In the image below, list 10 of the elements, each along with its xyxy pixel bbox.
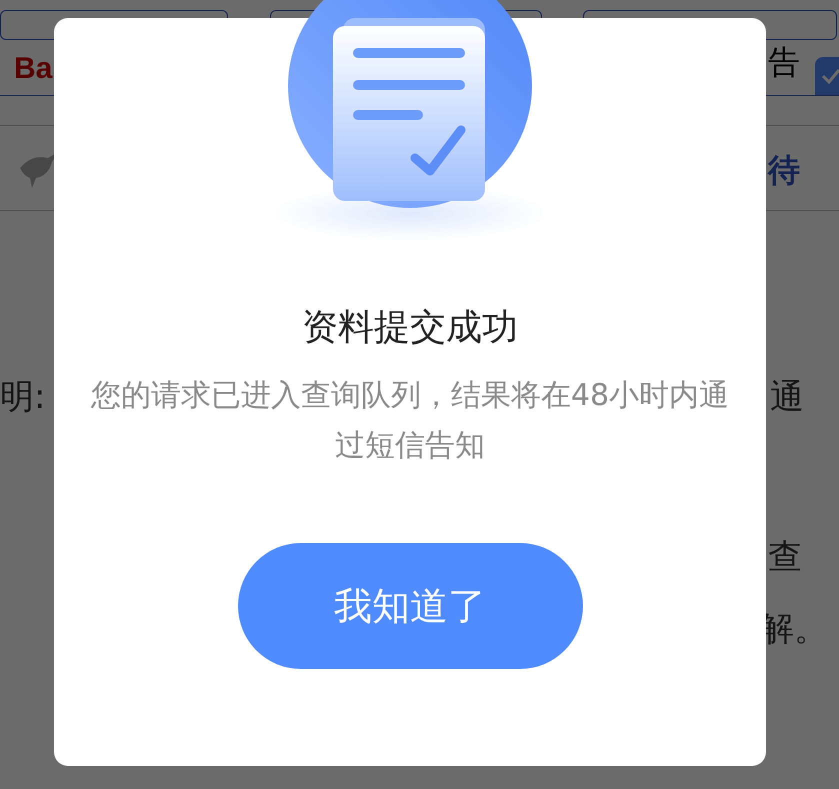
link-text: 待 bbox=[768, 150, 800, 191]
check-icon bbox=[821, 68, 839, 84]
dialog-title: 资料提交成功 bbox=[302, 306, 518, 350]
confirm-button[interactable]: 我知道了 bbox=[238, 543, 582, 670]
body-text: 明: bbox=[0, 376, 46, 419]
logo-text: Ba bbox=[14, 51, 52, 87]
body-text: 通 bbox=[770, 376, 804, 419]
dialog-message: 您的请求已进入查询队列，结果将在48小时内通过短信告知 bbox=[90, 377, 730, 466]
header-text: 告 bbox=[768, 42, 800, 83]
body-text: 查 bbox=[768, 536, 802, 579]
